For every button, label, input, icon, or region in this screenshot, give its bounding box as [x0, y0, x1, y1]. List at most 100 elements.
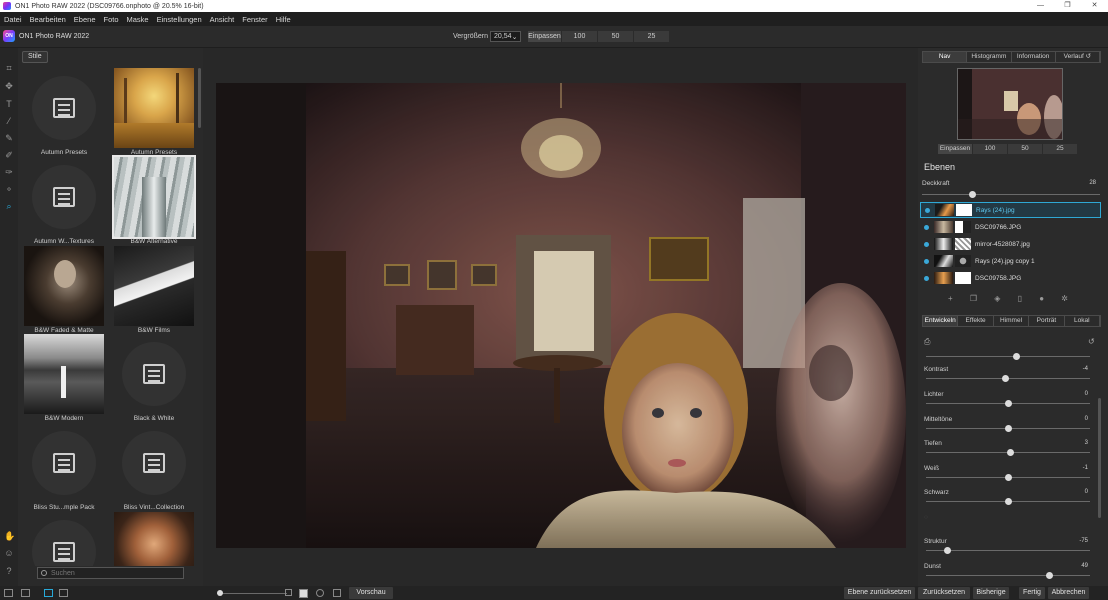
layer-row[interactable]: mirror-4528087.jpg — [920, 236, 1101, 252]
tab-entwickeln[interactable]: Entwickeln — [923, 316, 959, 326]
menu-hilfe[interactable]: Hilfe — [276, 15, 291, 24]
nav-50-button[interactable]: 50 — [1008, 144, 1043, 154]
adjust-slider[interactable] — [926, 375, 1090, 382]
settings-icon[interactable]: ✲ — [1061, 294, 1068, 303]
zoom-100-button[interactable]: 100 — [562, 31, 598, 42]
nav-fit-button[interactable]: Einpassen — [938, 144, 973, 154]
hand-icon[interactable]: ✋ — [4, 531, 15, 541]
text-icon[interactable]: T — [4, 99, 14, 109]
maximize-button[interactable]: ❐ — [1054, 0, 1081, 12]
mask-brush-icon[interactable]: ✎ — [4, 133, 14, 143]
menu-foto[interactable]: Foto — [103, 15, 118, 24]
layer-row[interactable]: Rays (24).jpg copy 1 — [920, 253, 1101, 269]
single-view-icon[interactable] — [44, 589, 53, 597]
reset-all-button[interactable]: Zurücksetzen — [918, 587, 970, 599]
adjust-slider[interactable] — [926, 498, 1090, 505]
gradient-icon[interactable]: ✐ — [4, 150, 14, 160]
camera-icon[interactable]: ⎙ — [924, 337, 930, 347]
zoom-fit-button[interactable]: Einpassen — [528, 31, 562, 42]
move-icon[interactable]: ✥ — [4, 81, 14, 91]
filmstrip-icon[interactable] — [21, 589, 30, 597]
zoom-50-button[interactable]: 50 — [598, 31, 634, 42]
menu-ansicht[interactable]: Ansicht — [210, 15, 235, 24]
opacity-slider[interactable] — [922, 191, 1100, 198]
slider-knob[interactable] — [1006, 449, 1014, 456]
visibility-icon[interactable] — [925, 207, 930, 213]
slider-knob[interactable] — [1013, 353, 1021, 360]
reset-icon[interactable]: ↺ — [1088, 337, 1095, 346]
cancel-button[interactable]: Abbrechen — [1048, 587, 1089, 599]
fill-icon[interactable]: ◈ — [994, 294, 1000, 303]
compare-icon[interactable] — [333, 589, 341, 597]
menu-ebene[interactable]: Ebene — [74, 15, 96, 24]
menu-einstellungen[interactable]: Einstellungen — [157, 15, 202, 24]
brush-icon[interactable]: ⁄ — [4, 116, 14, 126]
preset-item[interactable] — [114, 512, 194, 566]
tab-portraet[interactable]: Porträt — [1029, 316, 1065, 326]
slider-knob[interactable] — [1005, 498, 1012, 505]
adjust-slider[interactable] — [926, 425, 1090, 432]
minimize-button[interactable]: — — [1027, 0, 1054, 12]
preset-item[interactable] — [24, 512, 104, 566]
exposure-slider[interactable] — [926, 353, 1090, 360]
layer-row[interactable]: DSC09758.JPG — [920, 270, 1101, 286]
tab-histogramm[interactable]: Histogramm — [967, 52, 1012, 62]
nav-100-button[interactable]: 100 — [973, 144, 1008, 154]
image-canvas[interactable] — [203, 48, 918, 586]
styles-scrollbar[interactable] — [198, 68, 201, 128]
slider-knob[interactable] — [1046, 572, 1053, 579]
tab-verlauf[interactable]: Verlauf ↺ — [1056, 52, 1100, 62]
tab-effekte[interactable]: Effekte — [958, 316, 994, 326]
done-button[interactable]: Fertig — [1019, 587, 1045, 599]
adjust-slider[interactable] — [926, 474, 1090, 481]
mask-view-icon[interactable] — [285, 589, 292, 596]
tab-nav[interactable]: Nav — [923, 52, 968, 62]
previous-button[interactable]: Bisherige — [973, 587, 1009, 599]
preview-button[interactable]: Vorschau — [349, 587, 393, 599]
crop-icon[interactable]: ⌗ — [4, 63, 14, 73]
retouch-icon[interactable]: ⚬ — [4, 184, 14, 194]
layer-row[interactable]: Rays (24).jpg — [920, 202, 1101, 218]
menu-maske[interactable]: Maske — [127, 15, 149, 24]
adjust-slider[interactable] — [926, 547, 1090, 554]
adjust-slider[interactable] — [926, 400, 1090, 407]
zoom-25-button[interactable]: 25 — [634, 31, 670, 42]
tab-himmel[interactable]: Himmel — [994, 316, 1030, 326]
panel-toggle-icon[interactable] — [4, 589, 13, 597]
visibility-icon[interactable] — [924, 275, 929, 281]
delete-layer-icon[interactable]: ▯ — [1018, 294, 1022, 303]
perfect-eraser-icon[interactable]: ⌕ — [4, 201, 14, 211]
compare-view-icon[interactable] — [59, 589, 68, 597]
slider-knob[interactable] — [217, 590, 223, 596]
layer-row[interactable]: DSC09766.JPG — [920, 219, 1101, 235]
duplicate-layer-icon[interactable]: ❐ — [970, 294, 977, 303]
slider-knob[interactable] — [1005, 400, 1012, 407]
portrait-icon[interactable]: ☺ — [4, 548, 14, 558]
photo-composite[interactable] — [216, 83, 906, 548]
search-input[interactable]: Suchen — [37, 567, 184, 579]
alpha-view-icon[interactable] — [299, 589, 308, 598]
close-button[interactable]: ✕ — [1081, 0, 1108, 12]
add-layer-icon[interactable]: + — [948, 294, 953, 303]
overlay-icon[interactable] — [316, 589, 324, 597]
slider-knob[interactable] — [1005, 474, 1012, 481]
visibility-icon[interactable] — [924, 241, 929, 247]
adjust-slider[interactable] — [926, 572, 1090, 579]
zoom-select[interactable]: 20,54 ⌄ — [490, 31, 522, 42]
reset-layer-button[interactable]: Ebene zurücksetzen — [844, 587, 915, 599]
visibility-icon[interactable] — [924, 224, 929, 230]
tab-lokal[interactable]: Lokal — [1065, 316, 1101, 326]
slider-knob[interactable] — [1005, 425, 1012, 432]
thumbnail-size-slider[interactable] — [217, 590, 287, 596]
slider-knob[interactable] — [944, 547, 952, 554]
merge-icon[interactable]: ● — [1039, 294, 1044, 303]
menu-datei[interactable]: Datei — [4, 15, 22, 24]
tab-stile[interactable]: Stile — [22, 51, 48, 63]
help-icon[interactable]: ? — [4, 566, 14, 576]
visibility-icon[interactable] — [924, 258, 929, 264]
menu-fenster[interactable]: Fenster — [242, 15, 267, 24]
slider-knob[interactable] — [1001, 375, 1009, 382]
adjust-scrollbar[interactable] — [1098, 398, 1101, 518]
adjust-slider[interactable] — [926, 449, 1090, 456]
refine-icon[interactable]: ✑ — [4, 167, 14, 177]
